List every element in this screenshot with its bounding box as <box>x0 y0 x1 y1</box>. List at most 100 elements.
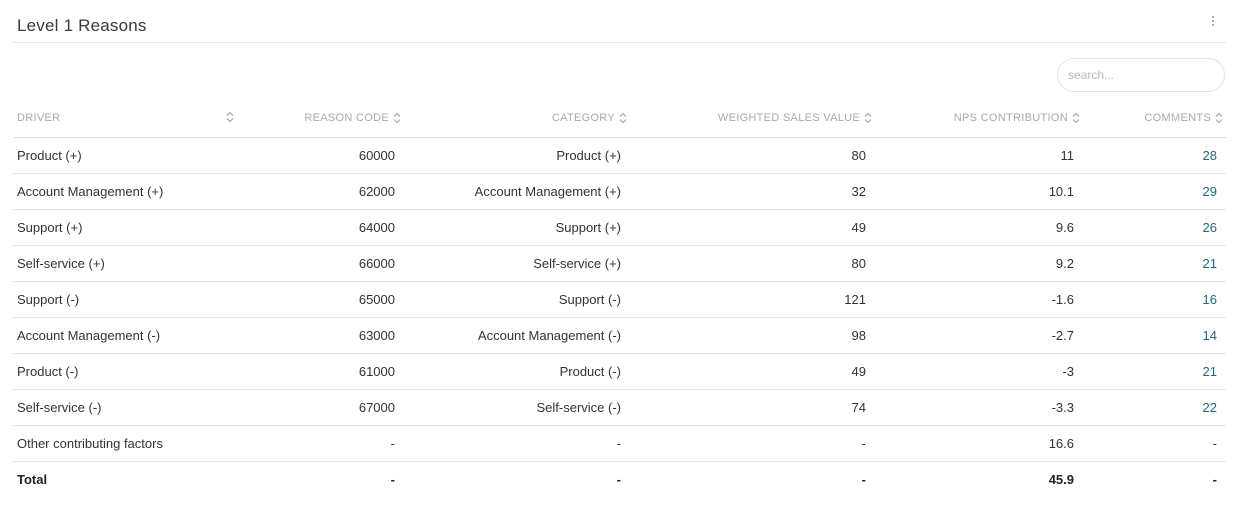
comments-link[interactable]: 28 <box>1203 148 1217 163</box>
reason-code-cell: - <box>390 436 395 451</box>
table-header-row: DRIVER REASON CODE CATEGORY WEIGHTED SAL… <box>13 98 1226 138</box>
nps-contribution-cell: 16.6 <box>1048 436 1074 451</box>
reason-code-cell: 66000 <box>358 256 395 271</box>
weighted-sales-value-cell: 32 <box>851 184 866 199</box>
table-row: Support (+) 64000 Support (+) 49 9.6 26 <box>13 210 1226 246</box>
table-row: Account Management (+) 62000 Account Man… <box>13 174 1226 210</box>
nps-contribution-cell: 9.6 <box>1055 220 1074 235</box>
category-cell: - <box>616 436 621 451</box>
reasons-table: DRIVER REASON CODE CATEGORY WEIGHTED SAL… <box>13 98 1226 496</box>
table-row: Support (-) 65000 Support (-) 121 -1.6 1… <box>13 282 1226 318</box>
driver-cell: Support (-) <box>17 292 80 307</box>
table-row: Product (+) 60000 Product (+) 80 11 28 <box>13 138 1226 174</box>
weighted-sales-value-cell: 80 <box>851 148 866 163</box>
weighted-sales-value-cell: - <box>861 436 866 451</box>
comments-cell: 29 <box>1083 174 1217 209</box>
reason-code-cell: 63000 <box>358 328 395 343</box>
category-cell: Self-service (+) <box>533 256 621 271</box>
comments-cell: 14 <box>1083 318 1217 353</box>
more-options-icon[interactable] <box>1206 14 1220 28</box>
comments-cell: 26 <box>1083 210 1217 245</box>
comments-cell: 22 <box>1083 390 1217 425</box>
table-total-row: Total - - - 45.9 - <box>13 462 1226 496</box>
driver-cell: Account Management (+) <box>17 184 164 199</box>
comments-link[interactable]: 21 <box>1203 364 1217 379</box>
comments-cell: - <box>1212 436 1217 451</box>
driver-cell: Product (-) <box>17 364 79 379</box>
column-header-weighted-sales-value[interactable]: WEIGHTED SALES VALUE <box>633 98 872 137</box>
nps-contribution-cell: -1.6 <box>1051 292 1074 307</box>
category-cell: Account Management (+) <box>474 184 621 199</box>
comments-link[interactable]: 14 <box>1203 328 1217 343</box>
nps-contribution-cell: -3 <box>1062 364 1074 379</box>
weighted-sales-value-cell: 98 <box>851 328 866 343</box>
sort-icon <box>619 112 627 124</box>
category-cell: Self-service (-) <box>536 400 621 415</box>
reason-code-cell: 61000 <box>358 364 395 379</box>
total-label: Total <box>17 471 48 487</box>
total-reason-code: - <box>390 471 395 487</box>
driver-cell: Self-service (+) <box>17 256 105 271</box>
category-cell: Product (+) <box>556 148 621 163</box>
reason-code-cell: 62000 <box>358 184 395 199</box>
driver-cell: Other contributing factors <box>17 436 163 451</box>
reason-code-cell: 65000 <box>358 292 395 307</box>
column-header-nps-contribution[interactable]: NPS CONTRIBUTION <box>876 98 1080 137</box>
column-header-comments[interactable]: COMMENTS <box>1083 98 1223 137</box>
column-label: CATEGORY <box>551 111 615 124</box>
reason-code-cell: 64000 <box>358 220 395 235</box>
reason-code-cell: 60000 <box>358 148 395 163</box>
table-row: Self-service (+) 66000 Self-service (+) … <box>13 246 1226 282</box>
sort-icon <box>1215 112 1223 124</box>
column-label: NPS CONTRIBUTION <box>953 111 1068 124</box>
sort-icon <box>393 112 401 124</box>
nps-contribution-cell: -2.7 <box>1051 328 1074 343</box>
column-label: DRIVER <box>17 111 61 124</box>
search-input[interactable] <box>1057 58 1225 92</box>
comments-cell: 28 <box>1083 138 1217 173</box>
sort-icon[interactable] <box>226 111 234 123</box>
nps-contribution-cell: -3.3 <box>1051 400 1074 415</box>
comments-link[interactable]: 16 <box>1203 292 1217 307</box>
comments-link[interactable]: 21 <box>1203 256 1217 271</box>
category-cell: Account Management (-) <box>477 328 621 343</box>
driver-cell: Self-service (-) <box>17 400 102 415</box>
weighted-sales-value-cell: 49 <box>851 220 866 235</box>
total-weighted-sales-value: - <box>861 471 866 487</box>
comments-link[interactable]: 29 <box>1203 184 1217 199</box>
driver-cell: Account Management (-) <box>17 328 161 343</box>
nps-contribution-cell: 10.1 <box>1048 184 1074 199</box>
reason-code-cell: 67000 <box>358 400 395 415</box>
table-row: Product (-) 61000 Product (-) 49 -3 21 <box>13 354 1226 390</box>
column-header-category[interactable]: CATEGORY <box>403 98 627 137</box>
weighted-sales-value-cell: 80 <box>851 256 866 271</box>
comments-link[interactable]: 22 <box>1203 400 1217 415</box>
column-header-reason-code[interactable]: REASON CODE <box>245 98 401 137</box>
category-cell: Support (+) <box>555 220 621 235</box>
nps-contribution-cell: 11 <box>1060 148 1075 163</box>
comments-cell: 21 <box>1083 354 1217 389</box>
sort-icon <box>1072 112 1080 124</box>
table-row: Other contributing factors - - - 16.6 - <box>13 426 1226 462</box>
weighted-sales-value-cell: 74 <box>851 400 866 415</box>
driver-cell: Product (+) <box>17 148 82 163</box>
panel-title: Level 1 Reasons <box>17 16 147 35</box>
sort-icon <box>864 112 872 124</box>
comments-link[interactable]: 26 <box>1203 220 1217 235</box>
column-label: COMMENTS <box>1144 111 1211 124</box>
comments-cell: 21 <box>1083 246 1217 281</box>
total-nps-contribution: 45.9 <box>1048 471 1074 487</box>
table-row: Self-service (-) 67000 Self-service (-) … <box>13 390 1226 426</box>
table-row: Account Management (-) 63000 Account Man… <box>13 318 1226 354</box>
comments-cell: 16 <box>1083 282 1217 317</box>
column-header-driver[interactable]: DRIVER <box>17 98 233 137</box>
weighted-sales-value-cell: 49 <box>851 364 866 379</box>
title-divider <box>13 42 1226 43</box>
category-cell: Support (-) <box>558 292 621 307</box>
nps-contribution-cell: 9.2 <box>1055 256 1074 271</box>
column-label: WEIGHTED SALES VALUE <box>717 111 860 124</box>
total-comments: - <box>1212 471 1217 487</box>
column-label: REASON CODE <box>304 111 389 124</box>
total-category: - <box>616 471 621 487</box>
driver-cell: Support (+) <box>17 220 83 235</box>
